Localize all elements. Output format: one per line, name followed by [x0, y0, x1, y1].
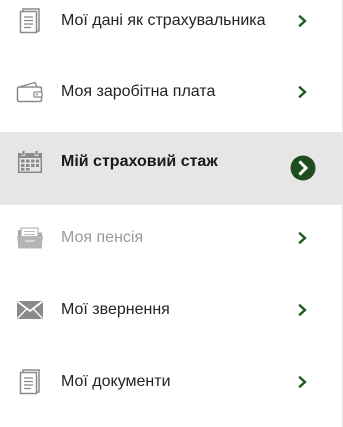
document-icon [16, 368, 44, 396]
chevron-right-icon [296, 303, 310, 317]
wallet-icon [16, 78, 44, 106]
menu-item-my-appeals[interactable]: Мої звернення [0, 281, 342, 339]
chevron-right-icon [296, 231, 310, 245]
menu-item-my-insurance-record[interactable]: Мій страховий стаж [0, 132, 342, 205]
menu-item-my-salary[interactable]: Моя заробітна плата [0, 63, 342, 121]
calendar-icon [16, 148, 44, 176]
chevron-right-icon [296, 14, 310, 28]
side-menu: Мої дані як страхувальника Моя заробітна… [0, 0, 343, 427]
menu-item-label: Моя пенсія [61, 229, 144, 246]
envelope-icon [16, 296, 44, 324]
chevron-right-icon [296, 375, 310, 389]
menu-item-my-insurer-data[interactable]: Мої дані як страхувальника [0, 0, 342, 50]
chevron-right-circle-icon [290, 155, 316, 181]
menu-item-my-pension[interactable]: Моя пенсія [0, 209, 342, 267]
menu-item-label: Мої дані як страхувальника [61, 12, 266, 29]
menu-item-label: Мій страховий стаж [61, 153, 218, 170]
chevron-right-icon [296, 85, 310, 99]
document-icon [16, 7, 44, 35]
menu-item-label: Моя заробітна плата [61, 83, 216, 100]
menu-item-label: Мої документи [61, 373, 171, 390]
menu-item-my-documents[interactable]: Мої документи [0, 353, 342, 411]
folder-icon [16, 224, 44, 252]
menu-item-label: Мої звернення [61, 301, 170, 318]
